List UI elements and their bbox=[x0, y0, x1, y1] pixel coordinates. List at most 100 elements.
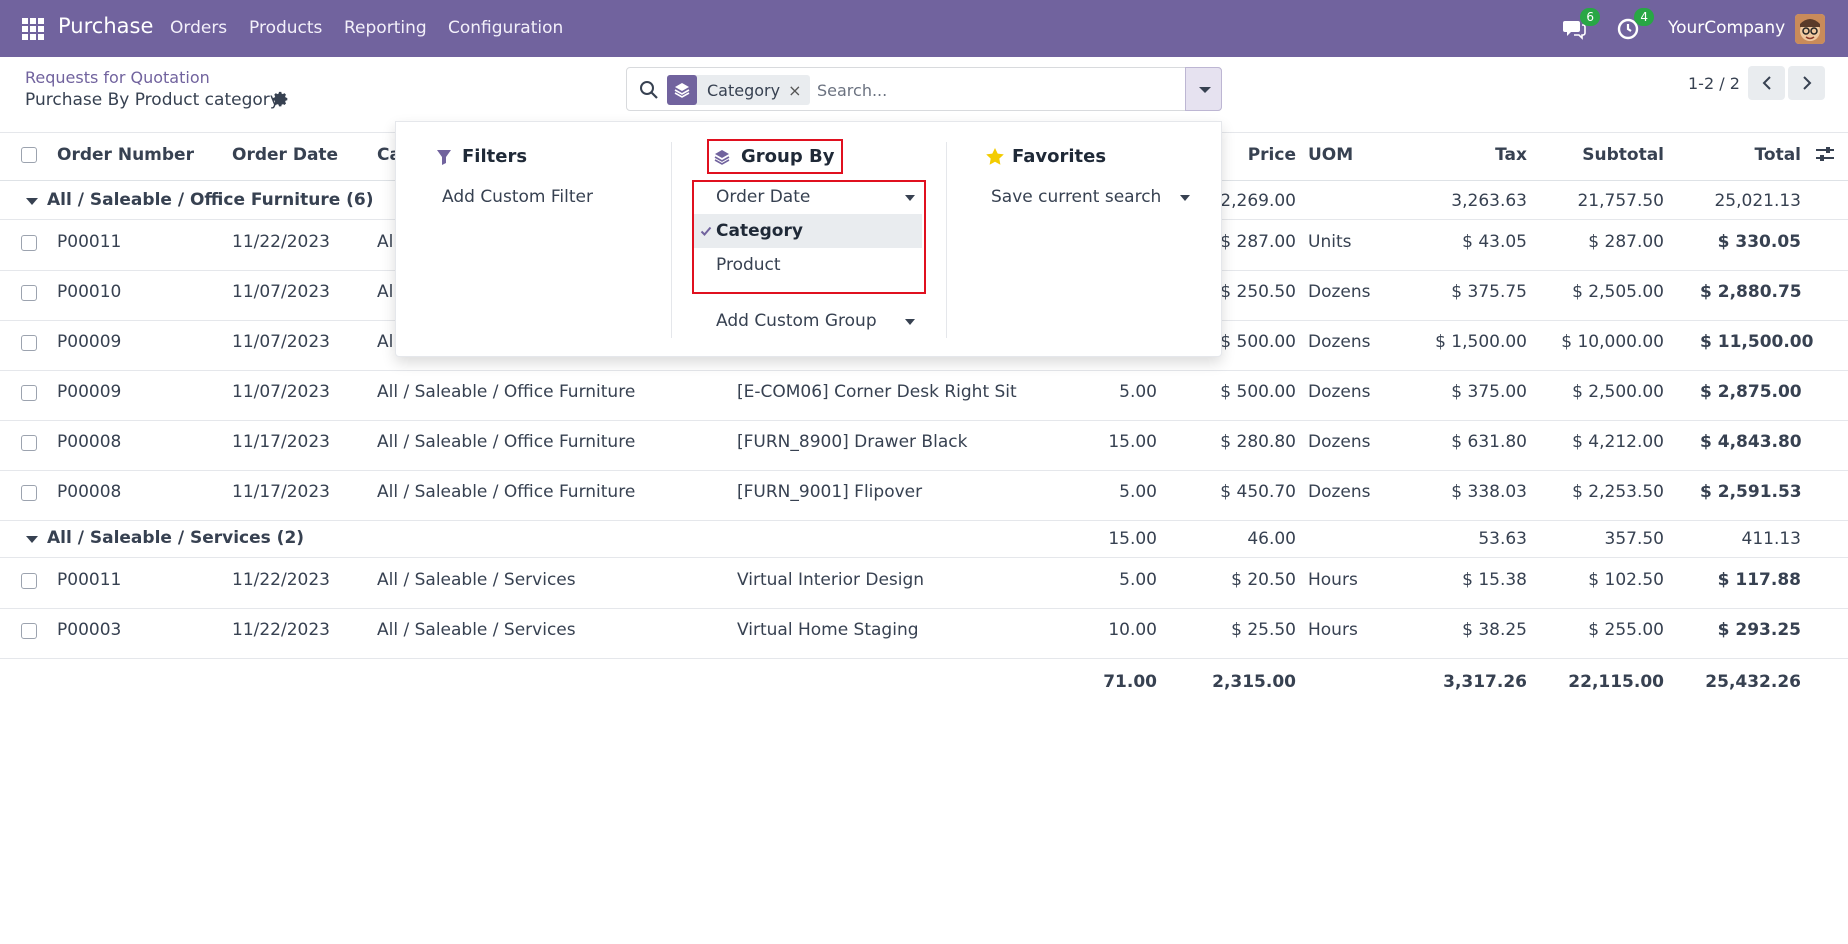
gear-icon[interactable] bbox=[272, 91, 290, 109]
cell-total[interactable]: $ 11,500.00 bbox=[1700, 332, 1813, 352]
avatar[interactable] bbox=[1795, 14, 1825, 44]
optional-columns-icon[interactable] bbox=[1815, 145, 1835, 163]
cell-uom[interactable]: Dozens bbox=[1308, 432, 1371, 452]
cell-product[interactable]: [FURN_8900] Drawer Black bbox=[737, 432, 967, 452]
cell-price[interactable]: $ 20.50 bbox=[1180, 570, 1296, 590]
cell-category[interactable]: All / Saleable / Office Furniture bbox=[377, 482, 635, 502]
cell-category[interactable]: All / Saleable / Office Furniture bbox=[377, 432, 635, 452]
header-uom[interactable]: UOM bbox=[1308, 145, 1353, 165]
header-order-number[interactable]: Order Number bbox=[57, 145, 194, 165]
cell-subtotal[interactable]: $ 255.00 bbox=[1560, 620, 1664, 640]
menu-orders[interactable]: Orders bbox=[170, 18, 227, 38]
row-checkbox[interactable] bbox=[21, 335, 37, 351]
header-total[interactable]: Total bbox=[1700, 145, 1801, 165]
pager-previous-button[interactable] bbox=[1748, 66, 1785, 100]
cell-quantity[interactable]: 5.00 bbox=[1080, 482, 1157, 502]
cell-order-date[interactable]: 11/22/2023 bbox=[232, 232, 330, 252]
cell-tax[interactable]: $ 631.80 bbox=[1430, 432, 1527, 452]
cell-tax[interactable]: $ 375.00 bbox=[1430, 382, 1527, 402]
cell-total[interactable]: $ 293.25 bbox=[1700, 620, 1801, 640]
cell-uom[interactable]: Dozens bbox=[1308, 332, 1371, 352]
cell-price[interactable]: $ 280.80 bbox=[1180, 432, 1296, 452]
header-tax[interactable]: Tax bbox=[1430, 145, 1527, 165]
cell-uom[interactable]: Hours bbox=[1308, 620, 1358, 640]
cell-uom[interactable]: Dozens bbox=[1308, 482, 1371, 502]
cell-product[interactable]: Virtual Home Staging bbox=[737, 620, 919, 640]
activities-button[interactable]: 4 bbox=[1616, 0, 1654, 57]
cell-order-date[interactable]: 11/17/2023 bbox=[232, 432, 330, 452]
cell-subtotal[interactable]: $ 2,505.00 bbox=[1560, 282, 1664, 302]
cell-product[interactable]: Virtual Interior Design bbox=[737, 570, 924, 590]
cell-order-number[interactable]: P00008 bbox=[57, 432, 121, 452]
row-checkbox[interactable] bbox=[21, 435, 37, 451]
add-custom-filter[interactable]: Add Custom Filter bbox=[442, 187, 593, 207]
cell-category[interactable]: All / Saleable / Office Furniture bbox=[377, 382, 635, 402]
cell-tax[interactable]: $ 38.25 bbox=[1430, 620, 1527, 640]
group-row-services[interactable]: All / Saleable / Services (2) 15.00 46.0… bbox=[0, 519, 1848, 557]
cell-uom[interactable]: Hours bbox=[1308, 570, 1358, 590]
pager-next-button[interactable] bbox=[1788, 66, 1825, 100]
row-checkbox[interactable] bbox=[21, 235, 37, 251]
header-subtotal[interactable]: Subtotal bbox=[1560, 145, 1664, 165]
facet-remove-icon[interactable]: × bbox=[788, 81, 809, 100]
cell-price[interactable]: $ 450.70 bbox=[1180, 482, 1296, 502]
add-custom-group[interactable]: Add Custom Group bbox=[716, 311, 877, 331]
cell-category[interactable]: All / Saleable / Services bbox=[377, 620, 576, 640]
cell-tax[interactable]: $ 338.03 bbox=[1430, 482, 1527, 502]
cell-total[interactable]: $ 330.05 bbox=[1700, 232, 1801, 252]
pager-value[interactable]: 1-2 / 2 bbox=[1688, 74, 1740, 93]
cell-subtotal[interactable]: $ 287.00 bbox=[1560, 232, 1664, 252]
cell-order-number[interactable]: P00009 bbox=[57, 332, 121, 352]
cell-order-number[interactable]: P00008 bbox=[57, 482, 121, 502]
cell-quantity[interactable]: 15.00 bbox=[1080, 432, 1157, 452]
cell-price[interactable]: $ 25.50 bbox=[1180, 620, 1296, 640]
cell-order-date[interactable]: 11/22/2023 bbox=[232, 620, 330, 640]
cell-total[interactable]: $ 117.88 bbox=[1700, 570, 1801, 590]
cell-uom[interactable]: Units bbox=[1308, 232, 1351, 252]
header-order-date[interactable]: Order Date bbox=[232, 145, 338, 165]
company-switcher[interactable]: YourCompany bbox=[1668, 18, 1785, 38]
cell-subtotal[interactable]: $ 2,253.50 bbox=[1560, 482, 1664, 502]
breadcrumb-requests-for-quotation[interactable]: Requests for Quotation bbox=[25, 68, 210, 87]
cell-order-date[interactable]: 11/07/2023 bbox=[232, 382, 330, 402]
row-checkbox[interactable] bbox=[21, 285, 37, 301]
messages-button[interactable]: 6 bbox=[1562, 0, 1600, 57]
cell-product[interactable]: [E-COM06] Corner Desk Right Sit bbox=[737, 382, 1017, 402]
caret-down-icon[interactable] bbox=[905, 319, 915, 325]
cell-quantity[interactable]: 10.00 bbox=[1080, 620, 1157, 640]
menu-products[interactable]: Products bbox=[249, 18, 322, 38]
cell-tax[interactable]: $ 375.75 bbox=[1430, 282, 1527, 302]
cell-order-number[interactable]: P00009 bbox=[57, 382, 121, 402]
cell-quantity[interactable]: 5.00 bbox=[1080, 570, 1157, 590]
cell-subtotal[interactable]: $ 102.50 bbox=[1560, 570, 1664, 590]
cell-total[interactable]: $ 2,880.75 bbox=[1700, 282, 1802, 302]
cell-subtotal[interactable]: $ 10,000.00 bbox=[1560, 332, 1664, 352]
cell-category[interactable]: All / Saleable / Services bbox=[377, 570, 576, 590]
cell-total[interactable]: $ 2,591.53 bbox=[1700, 482, 1802, 502]
cell-order-date[interactable]: 11/22/2023 bbox=[232, 570, 330, 590]
search-input[interactable] bbox=[817, 76, 1197, 104]
row-checkbox[interactable] bbox=[21, 385, 37, 401]
row-checkbox[interactable] bbox=[21, 485, 37, 501]
menu-configuration[interactable]: Configuration bbox=[448, 18, 563, 38]
cell-product[interactable]: [FURN_9001] Flipover bbox=[737, 482, 922, 502]
cell-order-date[interactable]: 11/07/2023 bbox=[232, 332, 330, 352]
cell-tax[interactable]: $ 1,500.00 bbox=[1430, 332, 1527, 352]
cell-uom[interactable]: Dozens bbox=[1308, 282, 1371, 302]
save-current-search[interactable]: Save current search bbox=[991, 187, 1161, 207]
cell-order-date[interactable]: 11/17/2023 bbox=[232, 482, 330, 502]
cell-price[interactable]: $ 500.00 bbox=[1180, 382, 1296, 402]
cell-uom[interactable]: Dozens bbox=[1308, 382, 1371, 402]
cell-order-number[interactable]: P00010 bbox=[57, 282, 121, 302]
menu-reporting[interactable]: Reporting bbox=[344, 18, 427, 38]
row-checkbox[interactable] bbox=[21, 623, 37, 639]
app-name[interactable]: Purchase bbox=[58, 14, 153, 38]
cell-order-number[interactable]: P00011 bbox=[57, 232, 121, 252]
search-options-toggle[interactable] bbox=[1185, 67, 1222, 111]
caret-down-icon[interactable] bbox=[1180, 195, 1190, 201]
cell-total[interactable]: $ 4,843.80 bbox=[1700, 432, 1802, 452]
select-all-checkbox[interactable] bbox=[21, 147, 37, 163]
cell-order-number[interactable]: P00011 bbox=[57, 570, 121, 590]
cell-subtotal[interactable]: $ 4,212.00 bbox=[1560, 432, 1664, 452]
search-icon[interactable] bbox=[639, 80, 659, 100]
